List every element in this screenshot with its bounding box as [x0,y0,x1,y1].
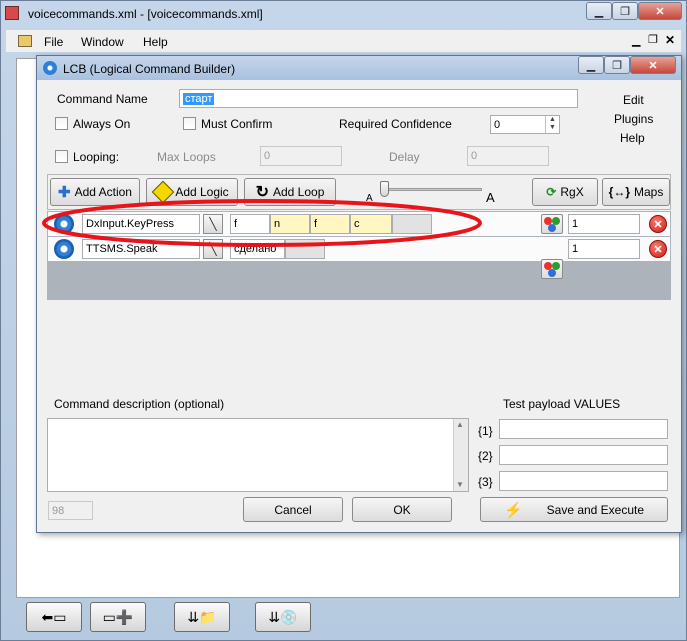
plugins-link[interactable]: Plugins [614,112,653,126]
dialog-close-icon[interactable]: ✕ [630,56,676,74]
scroll-down-icon[interactable]: ▼ [456,480,464,489]
maps-button[interactable]: {↔} Maps [602,178,670,206]
action-count-field[interactable]: 1 [568,239,640,259]
dialog-restore-icon[interactable]: ❐ [604,56,630,74]
restore-icon[interactable]: ❐ [612,2,638,20]
dialog-title: LCB (Logical Command Builder) [63,62,236,76]
gear-icon [43,61,57,75]
dialog-minimize-icon[interactable]: ▁ [578,56,604,74]
delay-label: Delay [389,150,420,164]
help-link[interactable]: Help [620,131,645,145]
command-name-input[interactable]: старт [179,89,578,108]
menu-help[interactable]: Help [143,35,168,49]
colors-icon[interactable] [541,214,563,234]
font-size-slider-track[interactable] [380,188,482,191]
close-icon[interactable]: ✕ [638,2,682,20]
save-and-execute-label: Save and Execute [546,502,645,517]
minimize-icon[interactable]: ▁ [586,2,612,20]
description-textarea[interactable] [47,418,469,492]
window-title: voicecommands.xml - [voicecommands.xml] [28,7,263,21]
lightning-icon: ⚡ [503,501,523,519]
payload-slot-label: {3} [478,475,493,489]
rgx-button[interactable]: ⟳ RgX [532,178,598,206]
cancel-button[interactable]: Cancel [243,497,343,522]
description-label: Command description (optional) [54,397,225,411]
app-icon [5,6,19,20]
payload-slot-label: {2} [478,449,493,463]
payload-slot-label: {1} [478,424,493,438]
mdi-child-icon[interactable] [18,35,32,47]
test-payload-label: Test payload VALUES [503,397,621,411]
scroll-up-icon[interactable]: ▲ [456,420,464,429]
rgx-icon: ⟳ [546,185,557,199]
maps-icon: {↔} [608,185,630,199]
command-name-label: Command Name [57,92,148,106]
delete-action-icon[interactable]: ✕ [649,240,667,258]
must-confirm-label: Must Confirm [201,117,273,131]
add-command-button[interactable]: ▭➕ [90,602,146,632]
highlight-annotation [42,199,482,247]
mdi-close-icon[interactable]: ✕ [665,33,675,47]
spinner-arrows-icon[interactable]: ▲ ▼ [545,116,559,133]
rgx-label: RgX [560,185,584,199]
remove-command-button[interactable]: ⬅▭ [26,602,82,632]
required-confidence-label: Required Confidence [339,117,452,131]
delay-input[interactable]: 0 [467,146,549,166]
maps-label: Maps [634,185,664,199]
ok-button[interactable]: OK [352,497,452,522]
max-loops-label: Max Loops [157,150,216,164]
looping-checkbox[interactable] [55,150,68,163]
payload-input-3[interactable] [499,471,668,491]
mdi-minimize-icon[interactable]: ▁ [632,34,640,47]
payload-input-2[interactable] [499,445,668,465]
must-confirm-checkbox[interactable] [183,117,196,130]
payload-input-1[interactable] [499,419,668,439]
menu-window[interactable]: Window [81,35,124,49]
colors-icon[interactable] [541,259,563,279]
max-loops-input[interactable]: 0 [260,146,342,166]
action-count-field[interactable]: 1 [568,214,640,234]
save-and-execute-button[interactable]: ⚡ Save and Execute [480,497,668,522]
always-on-label: Always On [73,117,131,131]
edit-link[interactable]: Edit [623,93,644,107]
mdi-restore-icon[interactable]: ❐ [648,33,658,46]
looping-label: Looping: [73,150,120,164]
sort-import-button[interactable]: ⇊📁 [174,602,230,632]
always-on-checkbox[interactable] [55,117,68,130]
delete-action-icon[interactable]: ✕ [649,215,667,233]
menu-file[interactable]: File [44,35,63,49]
sort-export-button[interactable]: ⇊💿 [255,602,311,632]
char-count-field: 98 [48,501,93,520]
